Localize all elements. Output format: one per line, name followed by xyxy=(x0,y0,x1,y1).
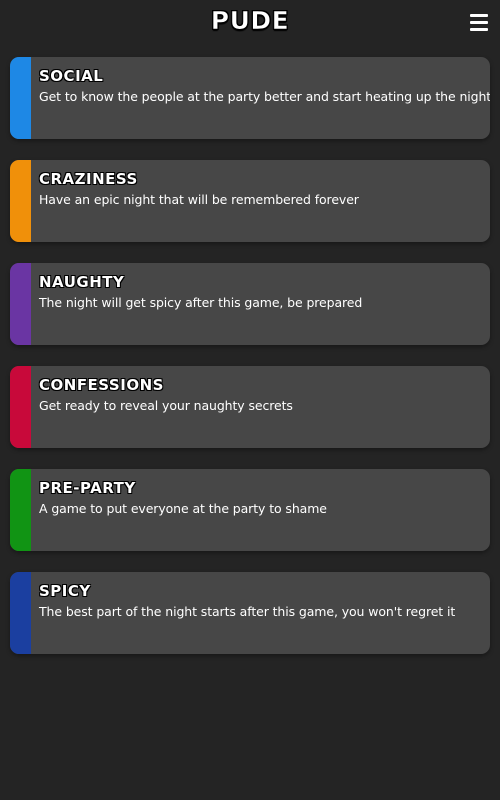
category-card-social[interactable]: SOCIAL Get to know the people at the par… xyxy=(10,57,490,139)
category-title: NAUGHTY xyxy=(39,273,125,291)
category-card-craziness[interactable]: CRAZINESS Have an epic night that will b… xyxy=(10,160,490,242)
category-description: Get ready to reveal your naughty secrets xyxy=(39,398,293,413)
category-card-naughty[interactable]: NAUGHTY The night will get spicy after t… xyxy=(10,263,490,345)
category-color-stripe xyxy=(10,160,31,242)
category-title: PRE-PARTY xyxy=(39,479,136,497)
category-title: SPICY xyxy=(39,582,91,600)
category-description: A game to put everyone at the party to s… xyxy=(39,501,327,516)
category-color-stripe xyxy=(10,572,31,654)
category-description: Have an epic night that will be remember… xyxy=(39,192,359,207)
category-color-stripe xyxy=(10,57,31,139)
category-description: The night will get spicy after this game… xyxy=(39,295,363,310)
category-description: Get to know the people at the party bett… xyxy=(39,89,490,104)
menu-line xyxy=(470,21,488,24)
category-description: The best part of the night starts after … xyxy=(39,604,456,619)
category-card-confessions[interactable]: CONFESSIONS Get ready to reveal your nau… xyxy=(10,366,490,448)
menu-line xyxy=(470,14,488,17)
category-card-pre-party[interactable]: PRE-PARTY A game to put everyone at the … xyxy=(10,469,490,551)
category-color-stripe xyxy=(10,469,31,551)
category-title: CRAZINESS xyxy=(39,170,138,188)
category-list: SOCIAL Get to know the people at the par… xyxy=(10,57,490,675)
category-title: CONFESSIONS xyxy=(39,376,164,394)
app-title: PUDE xyxy=(210,6,290,36)
top-bar: PUDE xyxy=(0,0,500,48)
hamburger-menu-icon[interactable] xyxy=(470,14,488,31)
category-color-stripe xyxy=(10,263,31,345)
menu-line xyxy=(470,28,488,31)
category-color-stripe xyxy=(10,366,31,448)
category-card-spicy[interactable]: SPICY The best part of the night starts … xyxy=(10,572,490,654)
category-title: SOCIAL xyxy=(39,67,104,85)
